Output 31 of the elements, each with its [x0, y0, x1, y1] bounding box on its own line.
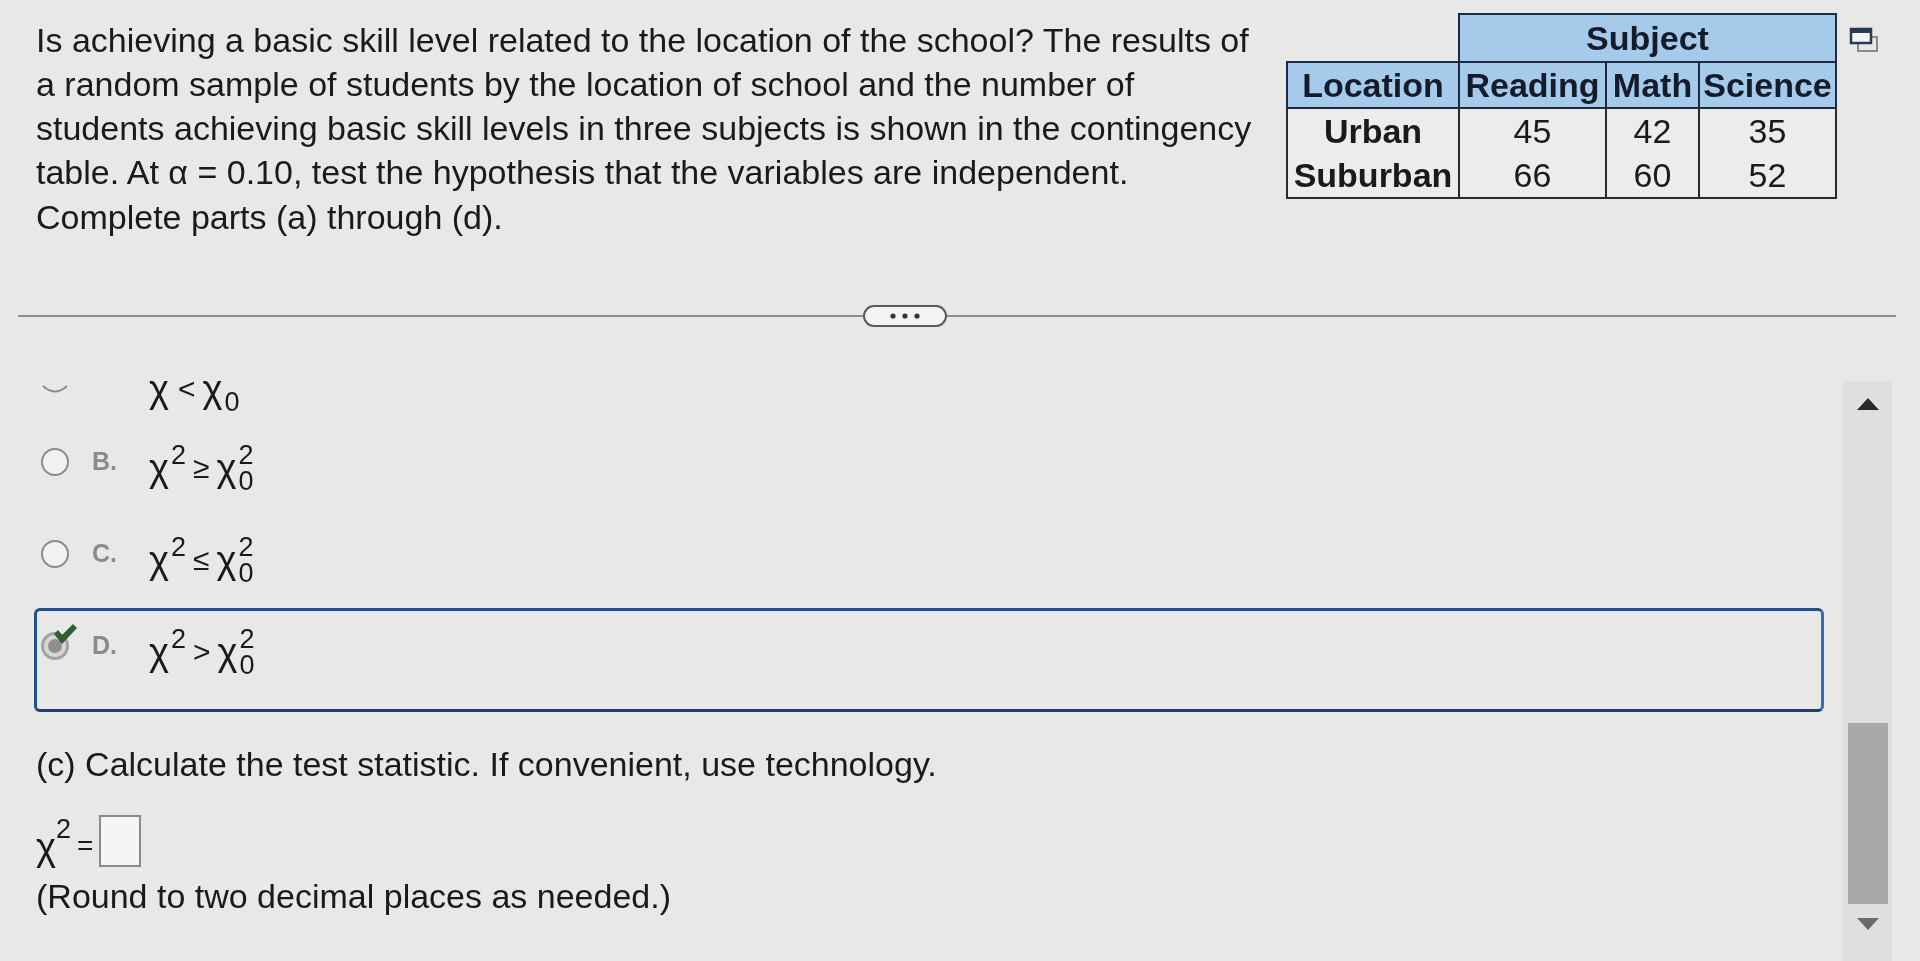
option-letter: C.: [92, 538, 117, 570]
table-cell: 66: [1459, 153, 1606, 198]
column-header: Location: [1287, 62, 1459, 108]
row-header: Urban: [1287, 108, 1459, 153]
table-cell: 35: [1699, 108, 1836, 153]
expand-button[interactable]: [863, 305, 947, 327]
column-header: Reading: [1459, 62, 1606, 108]
table-cell: 42: [1606, 108, 1699, 153]
instruction-text: Complete parts (a) through (d).: [36, 197, 504, 238]
table-cell: 60: [1606, 153, 1699, 198]
scrollbar-track[interactable]: [1843, 381, 1892, 961]
table-cell: 52: [1699, 153, 1836, 198]
question-text: Is achieving a basic skill level related to the location of the school? The results of a random sample of students by the location of school and the number of students achieving basic skill levels in three subjects is shown in the contingency table. At α = 0.10, test the hypothesis that the variables are independent.: [36, 20, 1253, 193]
scrollbar-thumb[interactable]: [1847, 723, 1888, 904]
radio-button[interactable]: [41, 540, 69, 568]
column-header: Science: [1699, 62, 1836, 108]
radio-button[interactable]: [41, 385, 69, 393]
rounding-note: (Round to two decimal places as needed.): [36, 876, 673, 917]
option-letter: D.: [92, 630, 117, 662]
radio-button[interactable]: [41, 448, 69, 476]
row-header: Suburban: [1287, 153, 1459, 198]
question-prompt: (c) Calculate the test statistic. If convenient, use technology.: [36, 744, 938, 785]
column-header: Math: [1606, 62, 1699, 108]
copy-icon[interactable]: [1849, 27, 1879, 53]
answer-box[interactable]: [99, 815, 142, 867]
column-group-header: Subject: [1459, 14, 1836, 62]
ellipsis-icon: [890, 313, 920, 319]
scroll-up-arrow-icon[interactable]: [1856, 398, 1879, 410]
scroll-down-arrow-icon[interactable]: [1856, 918, 1879, 930]
option-letter: B.: [92, 446, 117, 478]
table-cell: 45: [1459, 108, 1606, 153]
